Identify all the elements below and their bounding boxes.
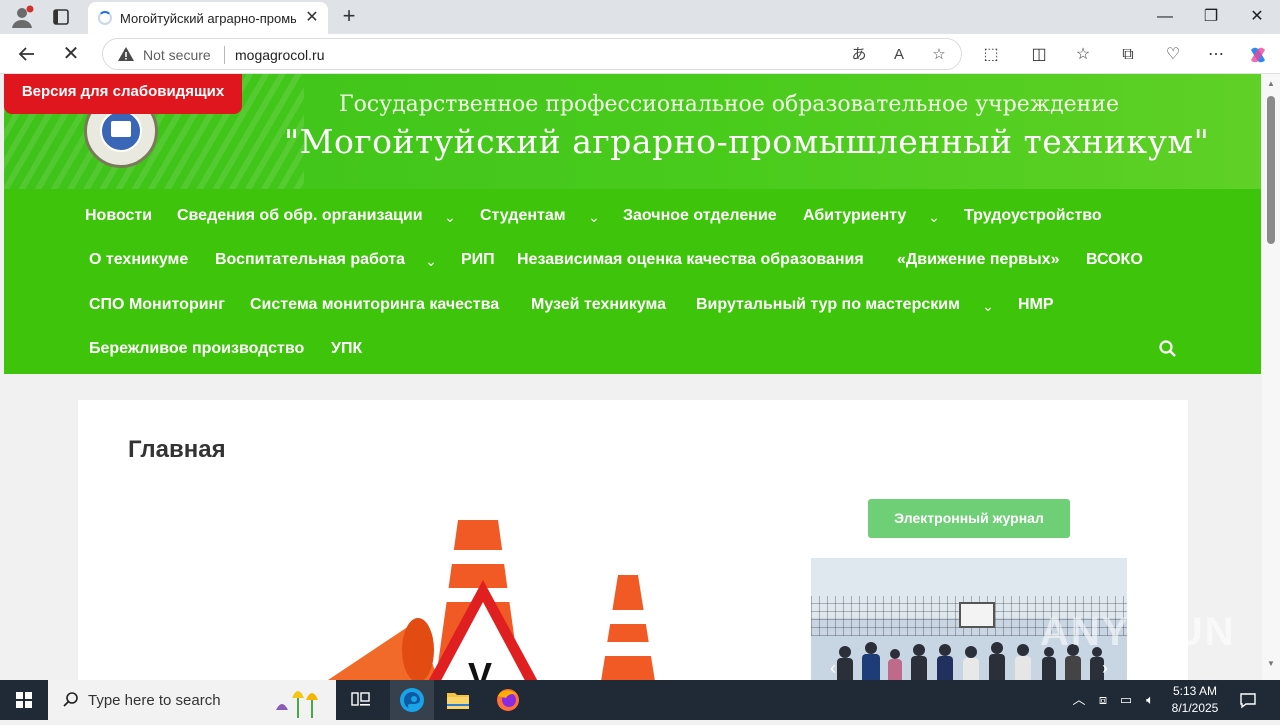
nav-item-vsoko[interactable]: ВСОКО <box>1086 251 1143 269</box>
chevron-down-icon[interactable]: ⌄ <box>980 298 996 314</box>
clock-date[interactable]: 8/1/2025 <box>1162 701 1228 715</box>
copilot-icon[interactable] <box>1245 42 1271 68</box>
low-vision-version-button[interactable]: Версия для слабовидящих <box>4 74 242 114</box>
more-menu-icon[interactable]: ⋯ <box>1203 42 1229 68</box>
slider-next-icon[interactable]: › <box>1097 658 1113 678</box>
search-icon[interactable] <box>1158 339 1178 359</box>
favorites-icon[interactable]: ☆ <box>1070 42 1096 68</box>
profile-icon[interactable] <box>8 4 36 30</box>
slider-photo-basketball-hoop <box>959 602 995 628</box>
logo-book-icon <box>111 121 131 137</box>
chevron-down-icon[interactable]: ⌄ <box>442 209 458 225</box>
scroll-up-icon[interactable]: ▲ <box>1266 80 1276 88</box>
svg-text:V: V <box>468 655 492 680</box>
main-content-card: Главная V Электронный журнал ‹ › <box>78 400 1188 680</box>
edge-browser-icon[interactable] <box>392 684 432 716</box>
nav-item-employment[interactable]: Трудоустройство <box>964 207 1102 225</box>
reload-stop-icon[interactable]: ✕ <box>56 40 86 68</box>
header-subtitle: Государственное профессиональное образов… <box>339 92 1119 117</box>
clock-time[interactable]: 5:13 AM <box>1162 684 1228 698</box>
nav-item-rip[interactable]: РИП <box>461 251 495 269</box>
url-text[interactable]: mogagrocol.ru <box>235 47 325 63</box>
nav-item-lean-production[interactable]: Бережливое производство <box>89 340 304 358</box>
nav-item-applicants[interactable]: Абитуриенту <box>803 207 906 225</box>
tulip-decoration-icon <box>276 691 318 718</box>
anyrun-watermark: ANY RUN <box>1040 610 1236 654</box>
taskbar-search-placeholder: Type here to search <box>88 692 221 709</box>
main-navigation: Новости Сведения об обр. организации ⌄ С… <box>4 189 1261 374</box>
omnibox[interactable]: Not secure mogagrocol.ru あ A ☆ <box>102 38 962 70</box>
tab-close-button[interactable]: ✕ <box>302 8 322 28</box>
file-explorer-icon[interactable] <box>438 684 478 716</box>
electronic-journal-button[interactable]: Электронный журнал <box>868 499 1070 538</box>
read-aloud-icon[interactable]: A <box>887 43 911 67</box>
tab-title: Могойтуйский аграрно-промышл <box>120 11 296 26</box>
warning-icon[interactable] <box>117 45 135 63</box>
security-label[interactable]: Not secure <box>143 47 211 63</box>
back-icon[interactable] <box>12 40 42 68</box>
hero-image-traffic-cones: V <box>308 510 728 680</box>
page-scrollbar[interactable]: ▲ ▼ <box>1262 74 1280 680</box>
scrollbar-thumb[interactable] <box>1267 96 1275 244</box>
nav-item-spo-monitoring[interactable]: СПО Мониторинг <box>89 296 225 314</box>
tab-actions-icon[interactable] <box>48 4 74 30</box>
chevron-down-icon[interactable]: ⌄ <box>586 209 602 225</box>
notifications-icon[interactable] <box>1238 690 1258 710</box>
nav-item-education-work[interactable]: Воспитательная работа <box>215 251 405 269</box>
page-viewport: Государственное профессиональное образов… <box>0 74 1262 680</box>
restore-button[interactable]: ❐ <box>1188 3 1234 31</box>
nav-item-news[interactable]: Новости <box>85 207 152 225</box>
network-icon[interactable]: ▭ <box>1117 691 1135 709</box>
task-view-icon[interactable] <box>340 684 380 716</box>
browser-tab-bar: Могойтуйский аграрно-промышл ✕ + — ❐ ✕ <box>0 0 1280 34</box>
header-title: "Могойтуйский аграрно-промышленный техни… <box>284 122 1210 161</box>
search-icon <box>62 691 80 709</box>
tray-device-icon[interactable]: ⧈ <box>1094 691 1112 709</box>
nav-item-org-info[interactable]: Сведения об обр. организации <box>177 207 423 225</box>
nav-item-movement-first[interactable]: «Движение первых» <box>897 251 1059 269</box>
loading-spinner-icon <box>98 11 112 25</box>
nav-item-about[interactable]: О техникуме <box>89 251 188 269</box>
nav-item-quality-assessment[interactable]: Независимая оценка качества образования <box>517 251 864 269</box>
translate-icon[interactable]: あ <box>847 43 871 67</box>
favorite-star-icon[interactable]: ☆ <box>927 43 951 67</box>
windows-taskbar: Type here to search ︿ ⧈ ▭ 🔈︎ 5:13 AM 8/1… <box>0 680 1280 720</box>
tray-overflow-chevron-icon[interactable]: ︿ <box>1070 691 1088 709</box>
tab-active[interactable]: Могойтуйский аграрно-промышл ✕ <box>88 2 328 34</box>
page-title: Главная <box>128 436 226 463</box>
nav-item-quality-monitoring[interactable]: Система мониторинга качества <box>250 296 499 314</box>
scroll-down-icon[interactable]: ▼ <box>1266 660 1276 668</box>
chevron-down-icon[interactable]: ⌄ <box>423 253 439 269</box>
nav-item-correspondence[interactable]: Заочное отделение <box>623 207 777 225</box>
nav-item-upk[interactable]: УПК <box>331 340 362 358</box>
taskbar-search-box[interactable]: Type here to search <box>48 680 336 720</box>
nav-item-nmr[interactable]: НМР <box>1018 296 1054 314</box>
windows-start-icon[interactable] <box>0 680 48 720</box>
extensions-icon[interactable]: ⬚ <box>978 42 1004 68</box>
nav-item-virtual-tour[interactable]: Вирутальный тур по мастерским <box>696 296 960 314</box>
firefox-icon[interactable] <box>488 684 528 716</box>
split-screen-icon[interactable]: ◫ <box>1026 42 1052 68</box>
address-bar-row: ✕ Not secure mogagrocol.ru あ A ☆ ⬚ ◫ ☆ ⧉… <box>0 34 1280 74</box>
chevron-down-icon[interactable]: ⌄ <box>926 209 942 225</box>
new-tab-button[interactable]: + <box>336 4 362 30</box>
volume-icon[interactable]: 🔈︎ <box>1141 691 1159 709</box>
minimize-button[interactable]: — <box>1142 3 1188 31</box>
close-window-button[interactable]: ✕ <box>1234 3 1280 31</box>
collections-icon[interactable]: ⧉ <box>1115 42 1141 68</box>
nav-item-students[interactable]: Студентам <box>480 207 566 225</box>
omnibox-divider <box>224 46 225 64</box>
nav-item-museum[interactable]: Музей техникума <box>531 296 666 314</box>
slider-prev-icon[interactable]: ‹ <box>825 658 841 678</box>
browser-essentials-icon[interactable]: ♡ <box>1160 42 1186 68</box>
